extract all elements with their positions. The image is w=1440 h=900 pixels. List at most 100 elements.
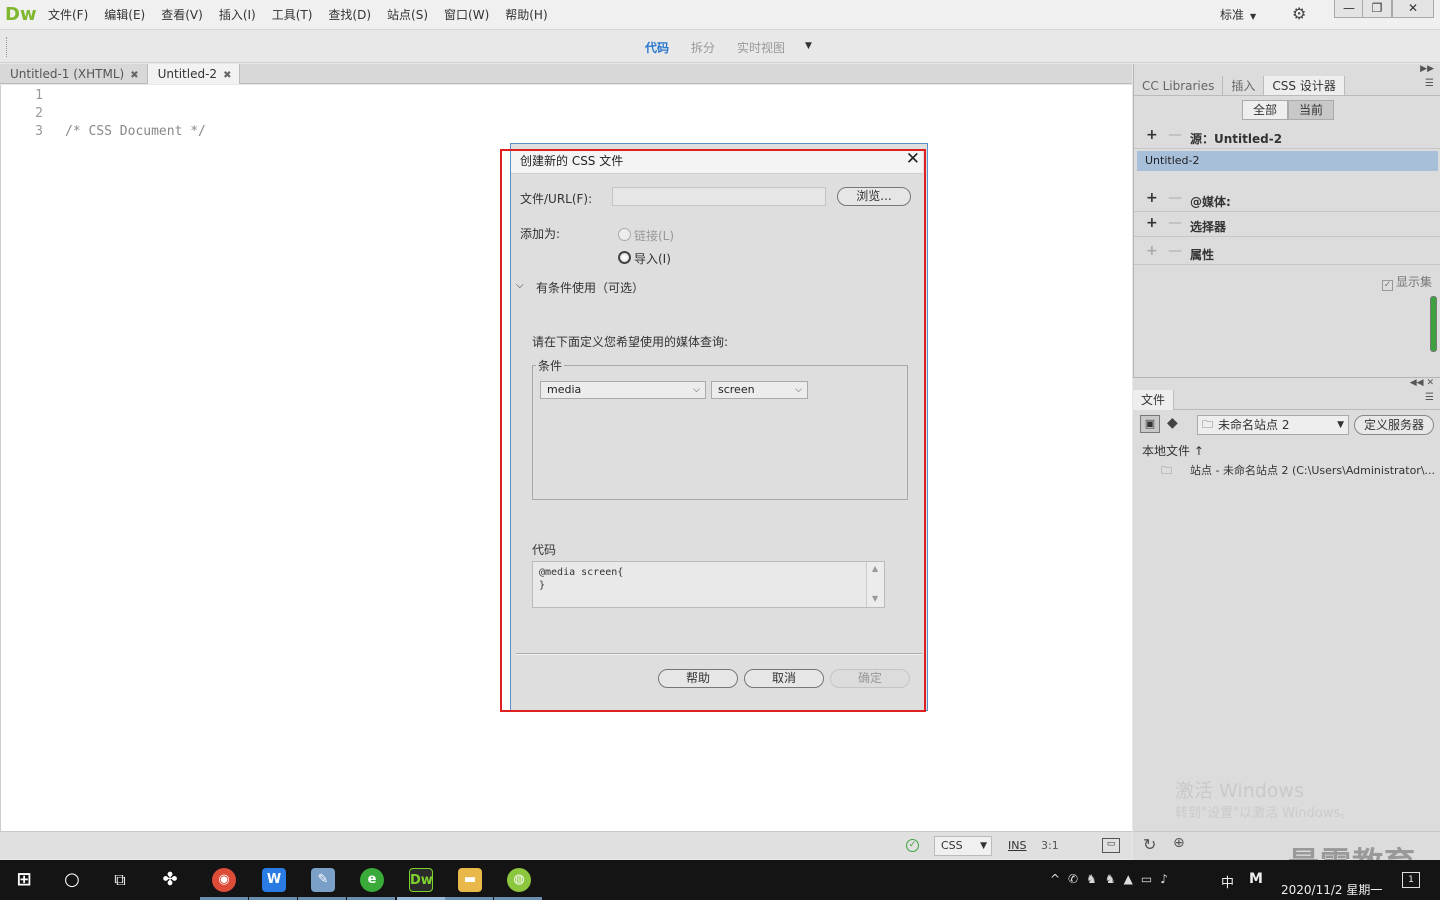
ok-button[interactable]: 确定 [830, 669, 910, 688]
folder-icon: 🗀 [1202, 418, 1213, 431]
toggle-all[interactable]: 全部 [1242, 100, 1288, 120]
tab-css-designer[interactable]: CSS 设计器 [1264, 76, 1345, 95]
gear-icon[interactable]: ⚙ [1292, 4, 1306, 23]
doc-tab-label: Untitled-1 (XHTML) [10, 67, 125, 81]
radio-link-label: 链接(L) [634, 229, 675, 243]
panel-menu-icon[interactable]: ☰ [1425, 78, 1434, 89]
toggle-current[interactable]: 当前 [1288, 100, 1334, 120]
remove-media-icon[interactable]: — [1168, 190, 1182, 206]
show-set-checkbox[interactable]: ✓ 显示集 [1382, 273, 1432, 291]
scroll-up-icon[interactable]: ▲ [872, 564, 878, 573]
doc-tab-untitled-2[interactable]: Untitled-2 ✖ [147, 64, 241, 84]
site-value: 未命名站点 2 [1218, 418, 1290, 432]
remove-selector-icon[interactable]: — [1168, 215, 1182, 231]
view-tab-live[interactable]: 实时视图 [737, 39, 785, 56]
view-tab-split[interactable]: 拆分 [691, 39, 715, 56]
menu-tools[interactable]: 工具(T) [264, 0, 321, 30]
code-scrollbar[interactable]: ▲ ▼ [866, 562, 884, 607]
file-explorer-icon[interactable]: ▬ [458, 868, 482, 892]
chrome-icon[interactable]: ◉ [212, 868, 236, 892]
local-files-header[interactable]: 本地文件 ↑ [1142, 442, 1204, 459]
tab-insert[interactable]: 插入 [1223, 76, 1265, 95]
ime-mode[interactable]: M [1249, 871, 1263, 887]
code-content[interactable]: /* CSS Document */ [65, 87, 206, 249]
source-item[interactable]: Untitled-2 [1137, 151, 1438, 171]
file-tree-item[interactable]: 🗀 站点 - 未命名站点 2 (C:\Users\Administrator\..… [1161, 462, 1437, 481]
menu-window[interactable]: 窗口(W) [436, 0, 497, 30]
dialog-close-icon[interactable]: ✕ [906, 149, 920, 169]
media-app-icon[interactable]: ◍ [507, 868, 531, 892]
conditional-usage-toggle[interactable]: 有条件使用（可选） [536, 279, 644, 296]
help-button[interactable]: 帮助 [658, 669, 738, 688]
menu-insert[interactable]: 插入(I) [211, 0, 264, 30]
site-select[interactable]: 🗀 未命名站点 2 ▼ [1197, 415, 1349, 435]
view-dropdown-icon[interactable]: ▼ [805, 41, 812, 51]
refresh-icon[interactable]: ↻ [1143, 835, 1156, 854]
browser-e-icon[interactable]: e [360, 868, 384, 892]
system-tray-icons[interactable]: ^✆♞♞▲▭♪ [1050, 872, 1176, 886]
dialog-divider [516, 653, 922, 655]
condition-value-select[interactable]: screen ⌵ [711, 381, 808, 399]
panel-scrollbar[interactable] [1430, 296, 1437, 352]
insert-mode[interactable]: INS [1008, 839, 1026, 852]
checkbox-icon: ✓ [1382, 280, 1393, 291]
clock-date[interactable]: 2020/11/2 星期一 [1281, 881, 1382, 898]
connect-icon[interactable]: ▣ [1140, 415, 1160, 433]
browse-button[interactable]: 浏览... [837, 187, 911, 206]
add-selector-icon[interactable]: + [1146, 215, 1158, 231]
dreamweaver-logo: Dw [5, 4, 37, 25]
workspace-selector[interactable]: 标准 ▼ [1220, 6, 1256, 23]
add-property-icon[interactable]: + [1146, 243, 1158, 259]
close-icon[interactable]: ✖ [130, 70, 138, 81]
menu-file[interactable]: 文件(F) [40, 0, 96, 30]
tab-files[interactable]: 文件 [1133, 390, 1175, 410]
add-media-icon[interactable]: + [1146, 190, 1158, 206]
wps-writer-icon[interactable]: W [262, 868, 286, 892]
doc-tab-untitled-1[interactable]: Untitled-1 (XHTML) ✖ [0, 64, 148, 84]
menu-help[interactable]: 帮助(H) [497, 0, 555, 30]
radio-link[interactable] [618, 228, 631, 241]
chevron-down-icon[interactable]: ⌵ [516, 280, 524, 291]
view-tab-code[interactable]: 代码 [645, 39, 669, 56]
menu-view[interactable]: 查看(V) [153, 0, 211, 30]
toolbar-grip[interactable] [6, 37, 8, 57]
tab-cc-libraries[interactable]: CC Libraries [1134, 76, 1224, 95]
search-icon[interactable]: ○ [60, 868, 84, 892]
all-current-toggle: 全部 当前 [1242, 100, 1334, 120]
code-preview[interactable]: @media screen{ } [532, 561, 885, 608]
document-toolbar: 代码 拆分 实时视图 ▼ [0, 31, 1440, 63]
dreamweaver-icon[interactable]: Dw [409, 868, 433, 892]
language-select[interactable]: CSS ▼ [934, 836, 992, 856]
git-icon[interactable]: ◆ [1167, 415, 1178, 431]
remove-source-icon[interactable]: — [1168, 127, 1182, 143]
file-url-input[interactable] [612, 187, 826, 206]
panel-controls-icon[interactable]: ◀◀ ✕ [1410, 378, 1434, 388]
notification-icon[interactable]: 1 [1402, 872, 1420, 888]
radio-import[interactable] [618, 251, 631, 264]
menu-find[interactable]: 查找(D) [320, 0, 379, 30]
remove-property-icon[interactable]: — [1168, 243, 1182, 259]
minimize-button[interactable]: — [1334, 0, 1364, 18]
menu-site[interactable]: 站点(S) [379, 0, 436, 30]
media-section: + — @媒体: [1134, 188, 1440, 212]
close-icon[interactable]: ✖ [223, 70, 231, 81]
notes-app-icon[interactable]: ✎ [311, 868, 335, 892]
scroll-down-icon[interactable]: ▼ [872, 594, 878, 603]
define-server-button[interactable]: 定义服务器 [1354, 415, 1434, 435]
restore-button[interactable]: ❐ [1362, 0, 1392, 18]
windows-start-icon[interactable]: ⊞ [12, 868, 36, 892]
close-button[interactable]: ✕ [1392, 0, 1434, 18]
sync-icon[interactable]: ⊕ [1173, 835, 1185, 851]
condition-type-select[interactable]: media ⌵ [540, 381, 706, 399]
cancel-button[interactable]: 取消 [744, 669, 824, 688]
collapse-icon[interactable]: ▶▶ [1420, 64, 1434, 74]
add-source-icon[interactable]: + [1146, 127, 1158, 143]
pinwheel-app-icon[interactable]: ✤ [158, 868, 182, 892]
dialog-title-bar[interactable]: 创建新的 CSS 文件 ✕ [511, 149, 923, 174]
preview-icon[interactable]: ▭ [1102, 838, 1120, 853]
task-view-icon[interactable]: ⧉ [108, 868, 132, 892]
view-switcher: 代码 拆分 实时视图 [645, 39, 785, 56]
ime-indicator[interactable]: 中 [1221, 872, 1234, 891]
menu-edit[interactable]: 编辑(E) [96, 0, 153, 30]
panel-menu-icon[interactable]: ☰ [1425, 392, 1434, 403]
